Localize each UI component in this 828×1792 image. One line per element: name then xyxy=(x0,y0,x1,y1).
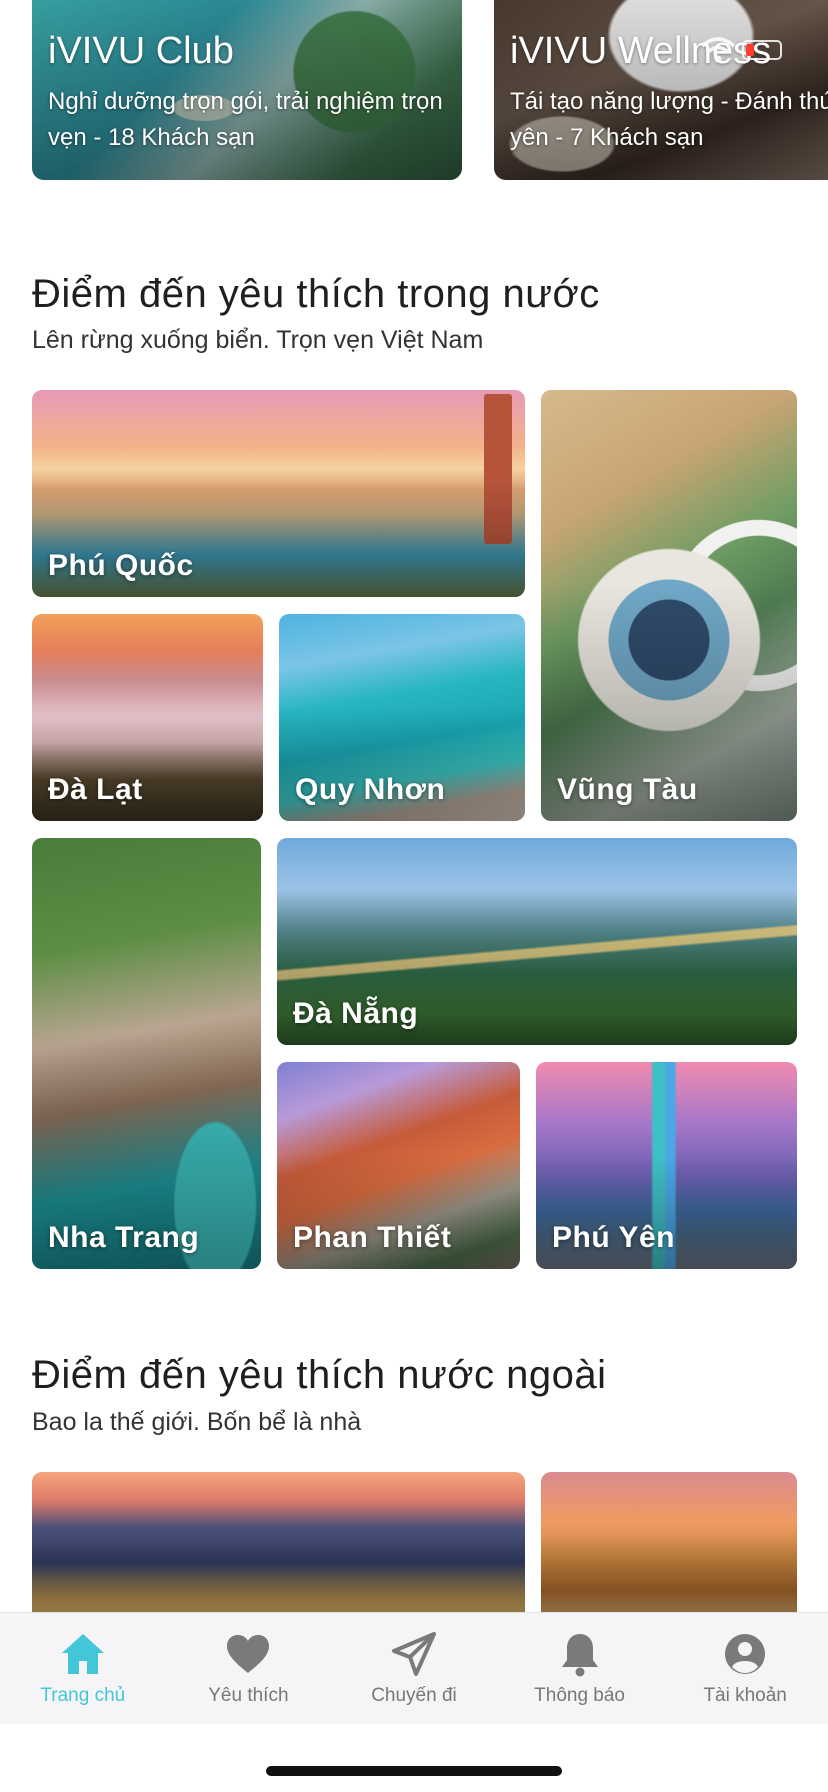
battery-icon xyxy=(742,40,782,60)
promo-subtitle: Tái tạo năng lượng - Đánh thức bình yên … xyxy=(510,88,828,151)
domestic-section-title: Điểm đến yêu thích trong nước xyxy=(32,272,600,316)
destination-label: Phú Quốc xyxy=(48,549,194,582)
destination-tile-da-lat[interactable]: Đà Lạt xyxy=(32,614,263,821)
destination-label: Đà Nẵng xyxy=(293,997,419,1030)
destination-label: Phú Yên xyxy=(552,1221,675,1254)
tab-label: Thông báo xyxy=(534,1685,625,1706)
tab-label: Tài khoản xyxy=(703,1685,787,1706)
destination-tile-quy-nhon[interactable]: Quy Nhơn xyxy=(279,614,525,821)
destination-label: Nha Trang xyxy=(48,1221,200,1254)
heart-icon xyxy=(227,1635,270,1673)
destination-label: Vũng Tàu xyxy=(557,773,698,806)
account-icon xyxy=(725,1634,766,1674)
bell-icon xyxy=(561,1634,598,1677)
home-icon xyxy=(61,1634,104,1674)
destination-label: Quy Nhơn xyxy=(295,773,446,806)
destination-tile-da-nang[interactable]: Đà Nẵng xyxy=(277,838,797,1045)
paper-plane-icon xyxy=(391,1632,436,1676)
international-section-subtitle: Bao la thế giới. Bốn bể là nhà xyxy=(32,1408,362,1436)
home-indicator[interactable] xyxy=(266,1766,562,1776)
tab-favorites[interactable]: Yêu thích xyxy=(166,1613,332,1724)
promo-title: iVIVU Club xyxy=(48,30,234,72)
destination-label: Đà Lạt xyxy=(48,773,143,806)
destination-tile-international-2[interactable] xyxy=(541,1472,797,1612)
tab-account[interactable]: Tài khoản xyxy=(662,1613,828,1724)
tab-label: Yêu thích xyxy=(208,1685,289,1706)
wifi-icon xyxy=(700,37,736,63)
bottom-tab-bar: Trang chủ Yêu thích Chuyến đi Thông báo … xyxy=(0,1612,828,1724)
destination-tile-phu-yen[interactable]: Phú Yên xyxy=(536,1062,797,1269)
tab-notifications[interactable]: Thông báo xyxy=(497,1613,663,1724)
destination-tile-phu-quoc[interactable]: Phú Quốc xyxy=(32,390,525,597)
promo-card-ivivu-club[interactable]: iVIVU Club Nghỉ dưỡng trọn gói, trải ngh… xyxy=(32,0,462,180)
destination-tile-vung-tau[interactable]: Vũng Tàu xyxy=(541,390,797,821)
destination-tile-international-1[interactable] xyxy=(32,1472,525,1612)
tab-home[interactable]: Trang chủ xyxy=(0,1613,166,1724)
destination-tile-nha-trang[interactable]: Nha Trang xyxy=(32,838,261,1269)
status-bar xyxy=(700,36,786,64)
domestic-section-subtitle: Lên rừng xuống biển. Trọn vẹn Việt Nam xyxy=(32,326,484,354)
destination-label: Phan Thiết xyxy=(293,1221,452,1254)
destination-tile-phan-thiet[interactable]: Phan Thiết xyxy=(277,1062,520,1269)
tab-label: Trang chủ xyxy=(40,1685,126,1706)
promo-card-ivivu-wellness[interactable]: iVIVU Wellness Tái tạo năng lượng - Đánh… xyxy=(494,0,828,180)
promo-subtitle: Nghỉ dưỡng trọn gói, trải nghiệm trọn vẹ… xyxy=(48,88,443,151)
tab-trips[interactable]: Chuyến đi xyxy=(331,1613,497,1724)
tab-label: Chuyến đi xyxy=(371,1685,457,1706)
international-section-title: Điểm đến yêu thích nước ngoài xyxy=(32,1353,607,1397)
tower-graphic xyxy=(484,394,512,544)
